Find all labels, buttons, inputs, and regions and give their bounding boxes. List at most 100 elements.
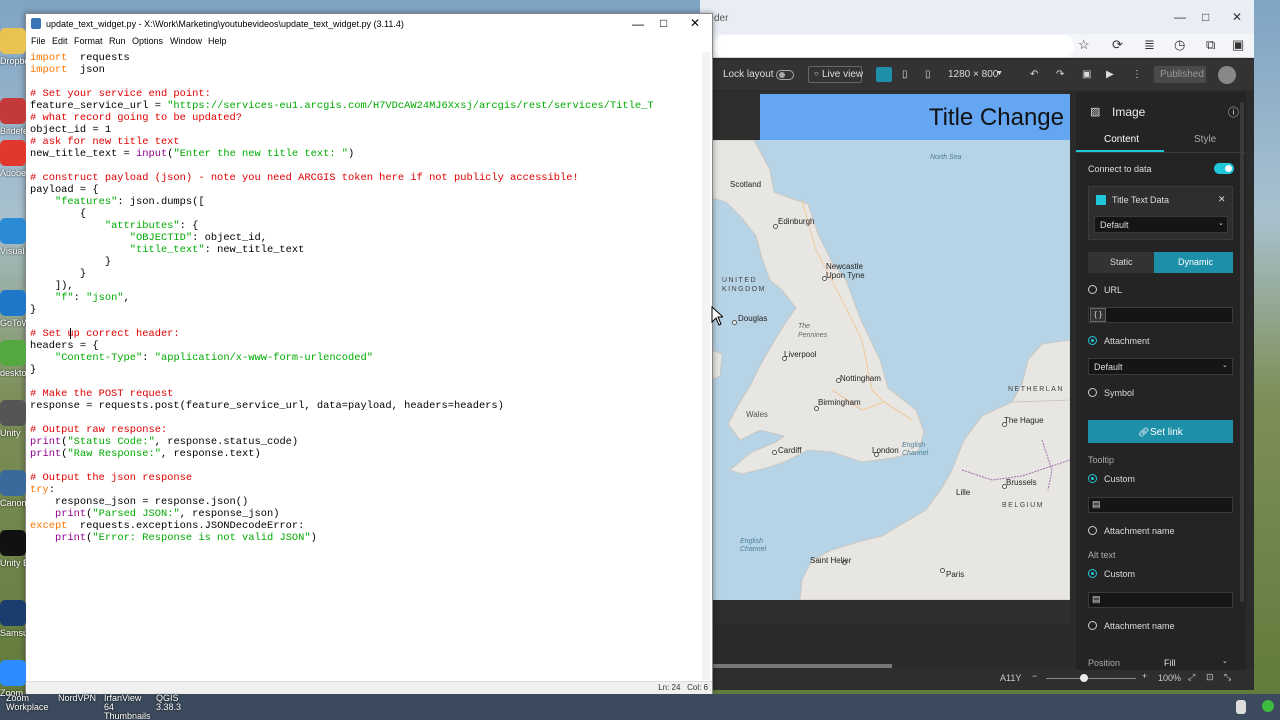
- extensions-icon[interactable]: ⟳: [1112, 37, 1123, 53]
- data-source-icon: [1096, 195, 1106, 205]
- browser-titlebar: der — □ ✕: [700, 0, 1254, 34]
- map-label-edinburgh: Edinburgh: [778, 217, 815, 226]
- code-line: "attributes": {: [104, 220, 199, 232]
- lock-layout-toggle[interactable]: [776, 70, 794, 80]
- static-mode-button[interactable]: Static: [1110, 257, 1133, 267]
- preview-icon[interactable]: ▶: [1106, 69, 1114, 80]
- favorite-star-icon[interactable]: ☆: [1078, 37, 1090, 53]
- editor-scrollbar[interactable]: [702, 52, 710, 680]
- attachment-radio[interactable]: [1088, 336, 1097, 345]
- user-avatar[interactable]: [1218, 66, 1236, 84]
- code-editor[interactable]: import requests import json # Set your ser…: [30, 52, 702, 682]
- code-line: # Output the json response: [30, 472, 193, 484]
- document-icon[interactable]: ▤: [1092, 499, 1101, 510]
- browser-maximize-button[interactable]: □: [1202, 10, 1209, 24]
- desktop-shortcut-icon[interactable]: [0, 470, 26, 496]
- browser-close-button[interactable]: ✕: [1232, 10, 1242, 24]
- idle-maximize-button[interactable]: □: [660, 16, 667, 30]
- url-radio[interactable]: [1088, 285, 1097, 294]
- desktop-shortcut-label[interactable]: Zoom Workplace: [6, 694, 54, 712]
- cursor-position: Ln: 24 Col: 6: [658, 683, 708, 692]
- favorites-icon[interactable]: ≣: [1144, 37, 1155, 53]
- resolution-select[interactable]: 1280 × 800: [948, 69, 998, 80]
- status-indicator-icon: [1262, 700, 1274, 712]
- panel-scrollbar[interactable]: [1240, 102, 1244, 602]
- map-widget[interactable]: North Sea Scotland Edinburgh Newcastle U…: [712, 140, 1070, 600]
- tooltip-input[interactable]: [1088, 497, 1233, 513]
- code-line: except requests.exceptions.JSONDecodeErr…: [30, 520, 305, 532]
- zoom-in-icon[interactable]: +: [1142, 671, 1147, 681]
- browser-tab-title[interactable]: der: [714, 13, 728, 24]
- alt-custom-radio[interactable]: [1088, 569, 1097, 578]
- url-input[interactable]: [1088, 307, 1233, 323]
- tab-style[interactable]: Style: [1194, 134, 1216, 145]
- desktop-shortcut-label[interactable]: IrfanView 64 Thumbnails: [104, 694, 152, 720]
- code-line: # what record going to be updated?: [30, 112, 243, 124]
- tooltip-custom-radio[interactable]: [1088, 474, 1097, 483]
- phone-device-icon[interactable]: ▯: [925, 69, 931, 80]
- help-icon[interactable]: ⓘ: [1228, 104, 1239, 120]
- microphone-icon[interactable]: [1236, 700, 1246, 714]
- tablet-device-icon[interactable]: ▯: [902, 69, 908, 80]
- desktop-shortcut-icon[interactable]: [0, 600, 26, 626]
- title-text-widget[interactable]: Title Change: [760, 94, 1070, 140]
- desktop-shortcut-icon[interactable]: [0, 98, 26, 124]
- desktop-shortcut-icon[interactable]: [0, 28, 26, 54]
- zoom-slider-handle[interactable]: [1080, 674, 1088, 682]
- remove-data-icon[interactable]: ✕: [1218, 194, 1226, 205]
- desktop-shortcut-icon[interactable]: [0, 530, 26, 556]
- alt-attachment-name-radio[interactable]: [1088, 621, 1097, 630]
- map-label-belgium: BELGIUM: [1002, 502, 1045, 509]
- menu-run[interactable]: Run: [109, 36, 126, 46]
- code-line: # construct payload (json) - note you ne…: [30, 172, 579, 184]
- desktop-shortcut-label[interactable]: NordVPN: [58, 694, 106, 703]
- zoom-out-icon[interactable]: −: [1032, 671, 1037, 681]
- menu-window[interactable]: Window: [170, 36, 202, 46]
- desktop-shortcut-label[interactable]: QGIS 3.38.3: [156, 694, 204, 712]
- undo-icon[interactable]: ↶: [1030, 69, 1038, 80]
- map-label-wales: Wales: [746, 410, 768, 419]
- code-line: "f": "json",: [54, 292, 130, 304]
- tooltip-attachment-name-radio[interactable]: [1088, 526, 1097, 535]
- desktop-device-icon[interactable]: [876, 67, 892, 82]
- document-icon[interactable]: ▤: [1092, 594, 1101, 605]
- desktop-shortcut-icon[interactable]: [0, 660, 26, 686]
- idle-close-button[interactable]: ✕: [690, 16, 700, 30]
- position-select[interactable]: Fill: [1164, 658, 1176, 668]
- desktop-shortcut-icon[interactable]: [0, 290, 26, 316]
- desktop-shortcut-icon[interactable]: [0, 340, 26, 366]
- browser-minimize-button[interactable]: —: [1174, 10, 1186, 24]
- alt-text-input[interactable]: [1088, 592, 1233, 608]
- tab-content[interactable]: Content: [1104, 134, 1139, 145]
- more-icon[interactable]: ⋮: [1132, 69, 1142, 80]
- canvas-bottom-bar: A11Y − + 100% ⤢ ⊡ ⤡: [712, 668, 1254, 690]
- fit-width-icon[interactable]: ⊡: [1206, 672, 1214, 683]
- code-line: }: [30, 364, 37, 376]
- map-label-brussels: Brussels: [1006, 478, 1037, 487]
- a11y-label[interactable]: A11Y: [1000, 673, 1021, 683]
- alt-text-label: Alt text: [1088, 550, 1116, 560]
- desktop-shortcut-icon[interactable]: [0, 400, 26, 426]
- symbol-radio[interactable]: [1088, 388, 1097, 397]
- fit-screen-icon[interactable]: ⤢: [1188, 672, 1195, 683]
- idle-minimize-button[interactable]: —: [632, 17, 644, 31]
- collections-icon[interactable]: ⧉: [1206, 37, 1215, 53]
- desktop-shortcut-icon[interactable]: [0, 140, 26, 166]
- code-line: # ask for new title text: [30, 136, 180, 148]
- desktop-shortcut-icon[interactable]: [0, 218, 26, 244]
- menu-help[interactable]: Help: [208, 36, 227, 46]
- save-icon[interactable]: ▣: [1082, 69, 1091, 80]
- menu-file[interactable]: File: [31, 36, 46, 46]
- menu-edit[interactable]: Edit: [52, 36, 68, 46]
- redo-icon[interactable]: ↷: [1056, 69, 1064, 80]
- code-line: new_title_text = input("Enter the new ti…: [30, 148, 355, 160]
- menu-options[interactable]: Options: [132, 36, 163, 46]
- menu-format[interactable]: Format: [74, 36, 103, 46]
- sidebar-icon[interactable]: ▣: [1232, 37, 1244, 53]
- zoom-slider[interactable]: [1046, 678, 1136, 679]
- address-bar[interactable]: [714, 35, 1074, 57]
- fullscreen-icon[interactable]: ⤡: [1224, 672, 1231, 683]
- connect-to-data-label: Connect to data: [1088, 164, 1152, 174]
- history-icon[interactable]: ◷: [1174, 37, 1185, 53]
- expression-token-icon[interactable]: { }: [1090, 308, 1106, 322]
